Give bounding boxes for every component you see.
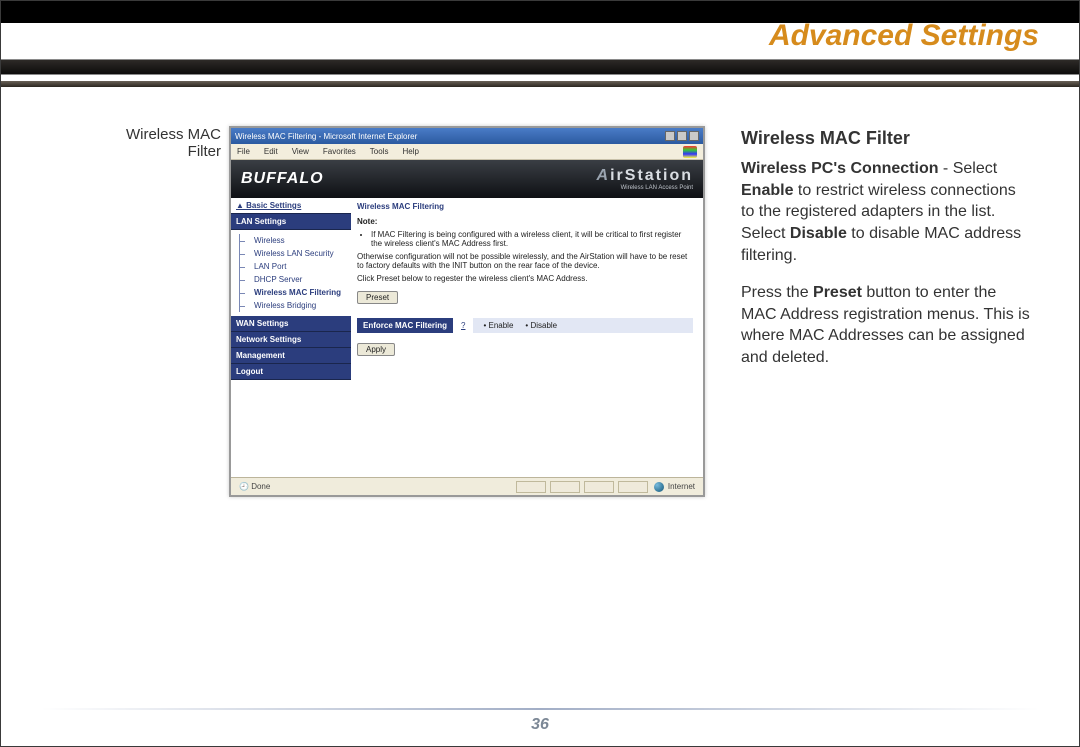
sidebar-item-wlan-security[interactable]: Wireless LAN Security — [239, 247, 351, 260]
sidebar-item-wireless[interactable]: Wireless — [239, 234, 351, 247]
sidebar-item-wireless-bridging[interactable]: Wireless Bridging — [239, 299, 351, 312]
radio-enable[interactable]: Enable — [483, 321, 513, 330]
caption-line1: Wireless MAC — [81, 126, 221, 143]
browser-statusbar: 🕘 Done Internet — [231, 477, 703, 495]
header-thin-band — [1, 81, 1079, 87]
desc-heading: Wireless MAC Filter — [741, 126, 1031, 150]
apply-button[interactable]: Apply — [357, 343, 395, 356]
status-segments — [516, 481, 648, 493]
header-mid-band — [1, 59, 1079, 75]
enforce-row: Enforce MAC Filtering ? Enable Disable — [357, 318, 693, 333]
config-heading: Wireless MAC Filtering — [357, 202, 693, 211]
note-para2: Click Preset below to regester the wirel… — [357, 274, 693, 283]
maximize-icon[interactable] — [677, 131, 687, 141]
desc-subheading: Wireless PC's Connection — [741, 160, 938, 177]
sidebar-basic-settings[interactable]: ▲ Basic Settings — [231, 198, 351, 214]
status-done-text: Done — [251, 482, 270, 491]
embedded-screenshot: Wireless MAC Filtering - Microsoft Inter… — [229, 126, 705, 497]
desc-para2: Press the Preset button to enter the MAC… — [741, 282, 1031, 368]
menu-file[interactable]: File — [237, 147, 250, 156]
note-label: Note: — [357, 217, 693, 226]
page-title: Advanced Settings — [769, 19, 1039, 53]
footer-divider — [41, 708, 1039, 710]
sidebar-logout[interactable]: Logout — [231, 364, 351, 380]
radio-disable[interactable]: Disable — [525, 321, 557, 330]
device-banner: BUFFALO AirStation Wireless LAN Access P… — [231, 160, 703, 198]
manual-page: Advanced Settings Wireless MAC Filter Wi… — [0, 0, 1080, 747]
sidebar-item-lan-port[interactable]: LAN Port — [239, 260, 351, 273]
sidebar-lan-settings[interactable]: LAN Settings — [231, 214, 351, 230]
config-main: Wireless MAC Filtering Note: If MAC Filt… — [351, 198, 703, 477]
page-number: 36 — [1, 716, 1079, 734]
sidebar-item-mac-filtering[interactable]: Wireless MAC Filtering — [239, 286, 351, 299]
sidebar-item-dhcp-server[interactable]: DHCP Server — [239, 273, 351, 286]
window-controls — [665, 131, 699, 141]
menu-edit[interactable]: Edit — [264, 147, 278, 156]
windows-flag-icon — [683, 146, 697, 158]
desc-preset-word: Preset — [813, 284, 862, 301]
enforce-options: Enable Disable — [473, 318, 693, 333]
note-bullet: If MAC Filtering is being configured wit… — [371, 230, 693, 248]
config-body: ▲ Basic Settings LAN Settings Wireless W… — [231, 198, 703, 477]
config-sidebar: ▲ Basic Settings LAN Settings Wireless W… — [231, 198, 351, 477]
sidebar-network-settings[interactable]: Network Settings — [231, 332, 351, 348]
internet-zone-icon — [654, 482, 664, 492]
product-name: AirStation — [597, 167, 693, 185]
description-column: Wireless MAC Filter Wireless PC's Connec… — [741, 126, 1031, 385]
sidebar-wan-settings[interactable]: WAN Settings — [231, 316, 351, 332]
desc-enable-word: Enable — [741, 182, 793, 199]
preset-button[interactable]: Preset — [357, 291, 398, 304]
menu-favorites[interactable]: Favorites — [323, 147, 356, 156]
window-titlebar: Wireless MAC Filtering - Microsoft Inter… — [231, 128, 703, 144]
status-zone-text: Internet — [668, 482, 695, 491]
desc-disable-word: Disable — [790, 225, 847, 242]
desc-p1a: - Select — [938, 160, 997, 177]
menu-view[interactable]: View — [292, 147, 309, 156]
note-para1: Otherwise configuration will not be poss… — [357, 252, 693, 270]
window-title-text: Wireless MAC Filtering - Microsoft Inter… — [235, 132, 417, 141]
figure-caption: Wireless MAC Filter — [81, 126, 221, 160]
desc-para1: Wireless PC's Connection - Select Enable… — [741, 158, 1031, 266]
help-icon[interactable]: ? — [461, 321, 465, 330]
browser-menubar: File Edit View Favorites Tools Help — [231, 144, 703, 160]
menu-tools[interactable]: Tools — [370, 147, 389, 156]
desc-p2a: Press the — [741, 284, 813, 301]
enforce-label: Enforce MAC Filtering — [357, 318, 453, 333]
minimize-icon[interactable] — [665, 131, 675, 141]
caption-line2: Filter — [81, 143, 221, 160]
sidebar-management[interactable]: Management — [231, 348, 351, 364]
close-icon[interactable] — [689, 131, 699, 141]
status-left: 🕘 Done — [239, 482, 270, 491]
product-subtitle: Wireless LAN Access Point — [597, 185, 693, 191]
menu-help[interactable]: Help — [402, 147, 418, 156]
brand-logo: BUFFALO — [241, 170, 324, 188]
